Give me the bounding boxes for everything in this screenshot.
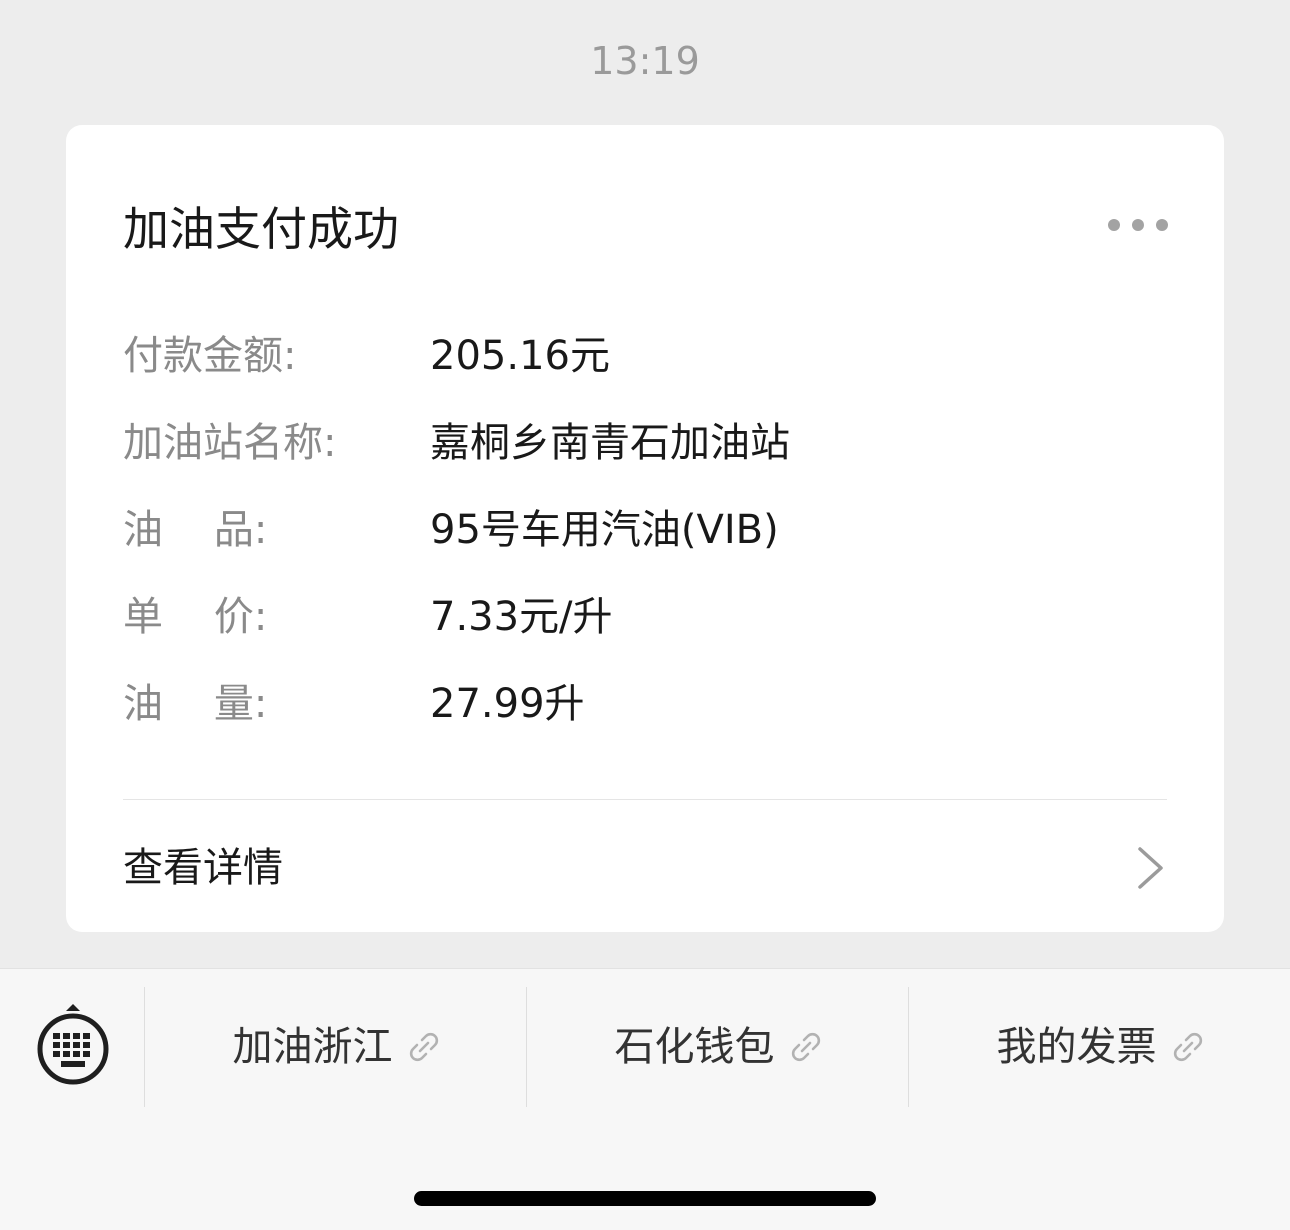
detail-row-volume: 油 量: 27.99升 bbox=[123, 676, 1163, 763]
row-label: 油 品: bbox=[123, 507, 268, 553]
detail-row-unit-price: 单 价: 7.33元/升 bbox=[123, 589, 1163, 676]
detail-row-amount: 付款金额: 205.16元 bbox=[123, 328, 1163, 415]
row-label: 油 量: bbox=[123, 681, 268, 727]
link-icon bbox=[791, 1032, 820, 1062]
more-dot-icon bbox=[1132, 219, 1144, 231]
more-options-button[interactable] bbox=[1108, 213, 1168, 237]
more-dot-icon bbox=[1108, 219, 1120, 231]
home-indicator[interactable] bbox=[414, 1191, 876, 1206]
card-title: 加油支付成功 bbox=[123, 202, 399, 256]
row-value: 7.33元/升 bbox=[430, 594, 613, 640]
row-label: 加油站名称: bbox=[123, 420, 337, 466]
more-dot-icon bbox=[1156, 219, 1168, 231]
view-details-button[interactable]: 查看详情 bbox=[66, 800, 1224, 932]
payment-success-card[interactable]: 加油支付成功 付款金额: 205.16元 加油站名称: 嘉桐乡南青石加油站 油 … bbox=[66, 125, 1224, 932]
row-value: 95号车用汽油(VIB) bbox=[430, 507, 779, 553]
link-icon bbox=[1173, 1032, 1202, 1062]
view-details-label: 查看详情 bbox=[123, 845, 283, 891]
detail-row-station: 加油站名称: 嘉桐乡南青石加油站 bbox=[123, 415, 1163, 502]
menu-item-petrochina-wallet[interactable]: 石化钱包 bbox=[527, 987, 908, 1107]
row-label: 付款金额: bbox=[123, 333, 297, 379]
menu-item-label: 石化钱包 bbox=[614, 1024, 775, 1070]
row-label: 单 价: bbox=[123, 594, 268, 640]
detail-row-product: 油 品: 95号车用汽油(VIB) bbox=[123, 502, 1163, 589]
link-icon bbox=[409, 1032, 438, 1062]
row-value: 嘉桐乡南青石加油站 bbox=[430, 420, 790, 466]
chevron-right-icon bbox=[1138, 847, 1163, 889]
service-menu-bar: 加油浙江 石化钱包 我的发票 bbox=[0, 968, 1290, 1230]
row-value: 27.99升 bbox=[430, 681, 585, 727]
menu-item-label: 我的发票 bbox=[996, 1024, 1157, 1070]
menu-item-jiayou-zhejiang[interactable]: 加油浙江 bbox=[145, 987, 526, 1107]
payment-details-list: 付款金额: 205.16元 加油站名称: 嘉桐乡南青石加油站 油 品: 95号车… bbox=[123, 328, 1163, 763]
row-value: 205.16元 bbox=[430, 333, 610, 379]
menu-item-label: 加油浙江 bbox=[232, 1024, 393, 1070]
menu-item-my-invoices[interactable]: 我的发票 bbox=[909, 987, 1290, 1107]
keyboard-toggle-icon[interactable] bbox=[36, 1003, 110, 1089]
message-timestamp: 13:19 bbox=[590, 39, 700, 83]
